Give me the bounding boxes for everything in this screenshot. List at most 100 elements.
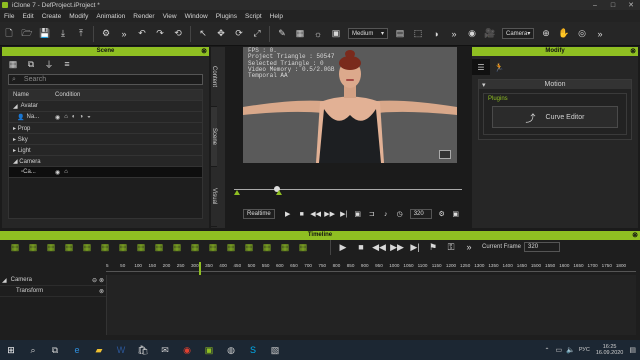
realtime-button[interactable]: Realtime (243, 209, 275, 219)
track-icon[interactable]: ▦ (170, 240, 184, 254)
clock[interactable]: 16:25 16.09.2020 (596, 344, 624, 357)
curve-editor-button[interactable]: ⤴ Curve Editor (492, 106, 618, 128)
list-icon[interactable]: ≡ (60, 57, 74, 71)
file-explorer-icon[interactable]: ▰ (88, 340, 110, 360)
sliders-icon[interactable]: ☰ (472, 59, 490, 75)
grid-icon[interactable]: ▦ (293, 27, 307, 41)
tab-content[interactable]: Content (211, 47, 217, 107)
minus-icon[interactable]: ⊖ (92, 277, 97, 284)
word-icon[interactable]: W (110, 340, 132, 360)
stopwatch-icon[interactable]: ◷ (394, 210, 406, 218)
track-icon[interactable]: ▦ (152, 240, 166, 254)
notifications-icon[interactable]: ▤ (629, 346, 636, 354)
mail-icon[interactable]: ✉ (154, 340, 176, 360)
menu-view[interactable]: View (159, 13, 181, 20)
more-icon[interactable]: » (462, 240, 476, 254)
motion-section-header[interactable]: ▾ Motion (479, 80, 631, 89)
tree-row-camera-item[interactable]: ▫Ca... ◉ ⌂ (9, 167, 202, 178)
track-icon[interactable]: ▦ (278, 240, 292, 254)
track-icon[interactable]: ▦ (260, 240, 274, 254)
collapse-arrow-icon[interactable]: ◢ (13, 159, 18, 165)
import-icon[interactable]: ⤓ (56, 27, 70, 41)
menu-modify[interactable]: Modify (65, 13, 92, 20)
track-icon[interactable]: ▦ (188, 240, 202, 254)
redo-icon[interactable]: ↷ (153, 27, 167, 41)
quality-dropdown[interactable]: Medium ▾ (348, 28, 388, 39)
menu-create[interactable]: Create (38, 13, 66, 20)
track-icon[interactable]: ▦ (242, 240, 256, 254)
iclone-icon[interactable]: ▣ (198, 340, 220, 360)
track-transform[interactable]: Transform ⊗ (0, 286, 106, 297)
collapse-arrow-icon[interactable]: ◢ (13, 103, 18, 110)
search-box[interactable]: ⌕ Search (8, 74, 203, 85)
condition-column[interactable]: Condition (55, 92, 80, 98)
track-icon[interactable]: ▦ (224, 240, 238, 254)
cloth-icon[interactable]: ◒ (87, 114, 91, 120)
end-icon[interactable]: ▶| (408, 240, 422, 254)
skype-icon[interactable]: S (242, 340, 264, 360)
lightbulb-icon[interactable]: ☼ (311, 27, 325, 41)
menu-plugins[interactable]: Plugins (212, 13, 241, 20)
slider-start-marker[interactable] (234, 190, 240, 195)
close-icon[interactable]: ⊗ (201, 47, 207, 56)
motion-tab-icon[interactable]: 🏃 (490, 59, 508, 75)
camera-dropdown[interactable]: Camera ▾ (502, 28, 534, 39)
next-frame-icon[interactable]: ▶▶ (324, 210, 336, 218)
close-icon[interactable]: ⊗ (99, 277, 104, 284)
app-icon[interactable]: ◍ (220, 340, 242, 360)
loop-icon[interactable]: ▣ (352, 210, 364, 218)
volume-icon[interactable]: 🔈 (566, 346, 575, 354)
search-input[interactable]: Search (24, 76, 46, 83)
menu-script[interactable]: Script (241, 13, 266, 20)
tree-row-prop[interactable]: ▸ Prop (9, 123, 202, 134)
app-icon[interactable]: ▧ (264, 340, 286, 360)
key-icon[interactable]: ⚿ (444, 240, 458, 254)
task-view-icon[interactable]: ⧉ (44, 340, 66, 360)
camera-zoom-icon[interactable]: ⊕ (539, 27, 553, 41)
reset-icon[interactable]: ⟲ (171, 27, 185, 41)
more-icon[interactable]: » (117, 27, 131, 41)
stop-icon[interactable]: ■ (296, 211, 308, 218)
flag-icon[interactable]: ⚑ (426, 240, 440, 254)
tree-row-camera[interactable]: ◢ Camera (9, 156, 202, 167)
menu-animation[interactable]: Animation (92, 13, 129, 20)
visibility-eye-icon[interactable]: ◉ (55, 169, 60, 176)
tray-arrow-icon[interactable]: ⌃ (544, 347, 549, 354)
windows-start-icon[interactable]: ⊞ (0, 340, 22, 360)
tree-row-sky[interactable]: ▸ Sky (9, 134, 202, 145)
play-icon[interactable]: ▶ (282, 210, 294, 218)
camera-icon[interactable]: 🎥 (483, 27, 497, 41)
new-file-icon[interactable]: 🗋 (2, 27, 16, 41)
menu-window[interactable]: Window (181, 13, 212, 20)
range-icon[interactable]: ⊐ (366, 210, 378, 218)
track-area[interactable] (106, 275, 636, 335)
menu-edit[interactable]: Edit (18, 13, 37, 20)
save-icon[interactable]: 💾 (38, 27, 52, 41)
close-icon[interactable]: ⊗ (632, 231, 638, 240)
previous-frame-icon[interactable]: ◀◀ (372, 240, 386, 254)
network-icon[interactable]: ▭ (555, 346, 562, 354)
track-icon[interactable]: ▦ (80, 240, 94, 254)
export-icon[interactable]: ⤒ (74, 27, 88, 41)
wireframe-icon[interactable]: ⬚ (411, 27, 425, 41)
more-icon[interactable]: » (593, 27, 607, 41)
play-icon[interactable]: ▶ (336, 240, 350, 254)
end-icon[interactable]: ▶| (338, 210, 350, 218)
camera-orbit-icon[interactable]: ◎ (575, 27, 589, 41)
track-icon[interactable]: ▦ (44, 240, 58, 254)
settings-icon[interactable]: ⚙ (99, 27, 113, 41)
menu-render[interactable]: Render (129, 13, 158, 20)
expand-arrow-icon[interactable]: ▸ (13, 137, 16, 143)
name-column[interactable]: Name (9, 92, 55, 98)
language-indicator[interactable]: РУС (579, 347, 590, 353)
close-icon[interactable]: ⊗ (630, 47, 636, 56)
more-icon[interactable]: » (447, 27, 461, 41)
filter-icon[interactable]: ⏚ (42, 57, 56, 71)
menu-file[interactable]: File (0, 13, 18, 20)
minimize-icon[interactable]: – (586, 0, 604, 10)
edge-icon[interactable]: e (66, 340, 88, 360)
gear-icon[interactable]: ⚙ (436, 210, 448, 218)
visibility-eye-icon[interactable]: ◉ (55, 114, 60, 121)
close-icon[interactable]: ⊗ (99, 288, 104, 295)
rotate-icon[interactable]: ⟳ (232, 27, 246, 41)
